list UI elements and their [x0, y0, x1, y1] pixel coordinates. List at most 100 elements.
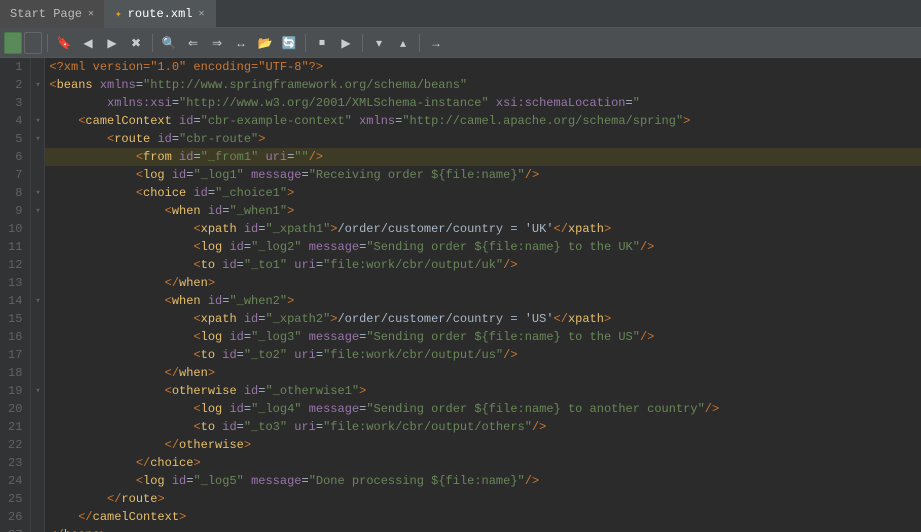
code-line-4[interactable]: <camelContext id="cbr-example-context" x…: [45, 112, 921, 130]
line-number-16: 16: [8, 328, 22, 346]
line-number-1: 1: [8, 58, 22, 76]
source-button[interactable]: [4, 32, 22, 54]
fold-icon-17: [31, 346, 44, 364]
toolbar-sep-2: [152, 34, 153, 52]
fold-icon-9[interactable]: ▾: [31, 202, 44, 220]
toolbar-btn-5[interactable]: 🔍: [158, 32, 180, 54]
line-number-27: 27: [8, 526, 22, 532]
fold-icon-11: [31, 238, 44, 256]
line-number-20: 20: [8, 400, 22, 418]
fold-icon-19[interactable]: ▾: [31, 382, 44, 400]
code-line-19[interactable]: <otherwise id="_otherwise1">: [45, 382, 921, 400]
toolbar-btn-8[interactable]: ↔: [230, 32, 252, 54]
toolbar-btn-1[interactable]: 🔖: [53, 32, 75, 54]
code-line-24[interactable]: <log id="_log5" message="Done processing…: [45, 472, 921, 490]
code-line-26[interactable]: </camelContext>: [45, 508, 921, 526]
history-button[interactable]: [24, 32, 42, 54]
code-line-27[interactable]: </beans>: [45, 526, 921, 532]
line-number-4: 4: [8, 112, 22, 130]
toolbar-btn-13[interactable]: ▾: [368, 32, 390, 54]
code-line-7[interactable]: <log id="_log1" message="Receiving order…: [45, 166, 921, 184]
fold-icon-7: [31, 166, 44, 184]
fold-icon-22: [31, 436, 44, 454]
fold-icon-8[interactable]: ▾: [31, 184, 44, 202]
tab-route-xml-close[interactable]: ✕: [198, 8, 204, 20]
code-line-5[interactable]: <route id="cbr-route">: [45, 130, 921, 148]
toolbar-btn-9[interactable]: 📂: [254, 32, 276, 54]
code-line-23[interactable]: </choice>: [45, 454, 921, 472]
tab-route-xml-label: route.xml: [128, 7, 193, 21]
code-line-13[interactable]: </when>: [45, 274, 921, 292]
code-line-2[interactable]: <beans xmlns="http://www.springframework…: [45, 76, 921, 94]
fold-icon-6: [31, 148, 44, 166]
fold-icon-27: [31, 526, 44, 532]
line-numbers: 1234567891011121314151617181920212223242…: [0, 58, 31, 532]
code-line-22[interactable]: </otherwise>: [45, 436, 921, 454]
line-number-26: 26: [8, 508, 22, 526]
fold-icon-2[interactable]: ▾: [31, 76, 44, 94]
fold-icon-15: [31, 310, 44, 328]
toolbar-sep-1: [47, 34, 48, 52]
line-number-10: 10: [8, 220, 22, 238]
fold-icon-14[interactable]: ▾: [31, 292, 44, 310]
line-number-13: 13: [8, 274, 22, 292]
route-xml-icon: ✦: [115, 7, 122, 21]
code-line-25[interactable]: </route>: [45, 490, 921, 508]
code-line-8[interactable]: <choice id="_choice1">: [45, 184, 921, 202]
line-number-24: 24: [8, 472, 22, 490]
toolbar-sep-5: [419, 34, 420, 52]
fold-icon-5[interactable]: ▾: [31, 130, 44, 148]
code-line-18[interactable]: </when>: [45, 364, 921, 382]
code-line-12[interactable]: <to id="_to1" uri="file:work/cbr/output/…: [45, 256, 921, 274]
code-line-6[interactable]: <from id="_from1" uri=""/>: [45, 148, 921, 166]
line-number-21: 21: [8, 418, 22, 436]
code-line-17[interactable]: <to id="_to2" uri="file:work/cbr/output/…: [45, 346, 921, 364]
line-number-8: 8: [8, 184, 22, 202]
fold-icon-16: [31, 328, 44, 346]
tab-route-xml[interactable]: ✦ route.xml ✕: [105, 0, 215, 28]
fold-icon-12: [31, 256, 44, 274]
fold-icon-21: [31, 418, 44, 436]
editor-area: 1234567891011121314151617181920212223242…: [0, 58, 921, 532]
tab-start-page[interactable]: Start Page ✕: [0, 0, 105, 28]
toolbar-btn-6[interactable]: ⇐: [182, 32, 204, 54]
line-number-3: 3: [8, 94, 22, 112]
fold-gutter: ▾▾▾▾▾▾▾: [31, 58, 45, 532]
fold-icon-26: [31, 508, 44, 526]
toolbar-btn-4[interactable]: ✖: [125, 32, 147, 54]
toolbar-btn-2[interactable]: ◀: [77, 32, 99, 54]
line-number-19: 19: [8, 382, 22, 400]
fold-icon-10: [31, 220, 44, 238]
fold-icon-4[interactable]: ▾: [31, 112, 44, 130]
line-number-5: 5: [8, 130, 22, 148]
toolbar-sep-3: [305, 34, 306, 52]
line-number-22: 22: [8, 436, 22, 454]
line-number-7: 7: [8, 166, 22, 184]
code-line-21[interactable]: <to id="_to3" uri="file:work/cbr/output/…: [45, 418, 921, 436]
line-number-18: 18: [8, 364, 22, 382]
toolbar-btn-10[interactable]: 🔄: [278, 32, 300, 54]
code-area[interactable]: <?xml version="1.0" encoding="UTF-8"?><b…: [45, 58, 921, 532]
code-line-15[interactable]: <xpath id="_xpath2">/order/customer/coun…: [45, 310, 921, 328]
code-line-16[interactable]: <log id="_log3" message="Sending order $…: [45, 328, 921, 346]
toolbar-btn-14[interactable]: ▴: [392, 32, 414, 54]
code-line-3[interactable]: xmlns:xsi="http://www.w3.org/2001/XMLSch…: [45, 94, 921, 112]
code-line-9[interactable]: <when id="_when1">: [45, 202, 921, 220]
code-line-20[interactable]: <log id="_log4" message="Sending order $…: [45, 400, 921, 418]
fold-icon-25: [31, 490, 44, 508]
toolbar-btn-7[interactable]: ⇒: [206, 32, 228, 54]
code-line-1[interactable]: <?xml version="1.0" encoding="UTF-8"?>: [45, 58, 921, 76]
tab-start-page-close[interactable]: ✕: [88, 8, 94, 20]
code-line-11[interactable]: <log id="_log2" message="Sending order $…: [45, 238, 921, 256]
toolbar-btn-15[interactable]: →: [425, 32, 447, 54]
code-line-14[interactable]: <when id="_when2">: [45, 292, 921, 310]
code-line-10[interactable]: <xpath id="_xpath1">/order/customer/coun…: [45, 220, 921, 238]
fold-icon-23: [31, 454, 44, 472]
line-number-15: 15: [8, 310, 22, 328]
line-number-12: 12: [8, 256, 22, 274]
toolbar: 🔖 ◀ ▶ ✖ 🔍 ⇐ ⇒ ↔ 📂 🔄 ⏹ ▶ ▾ ▴ →: [0, 28, 921, 58]
toolbar-btn-11[interactable]: ⏹: [311, 32, 333, 54]
line-number-2: 2: [8, 76, 22, 94]
toolbar-btn-3[interactable]: ▶: [101, 32, 123, 54]
toolbar-btn-12[interactable]: ▶: [335, 32, 357, 54]
